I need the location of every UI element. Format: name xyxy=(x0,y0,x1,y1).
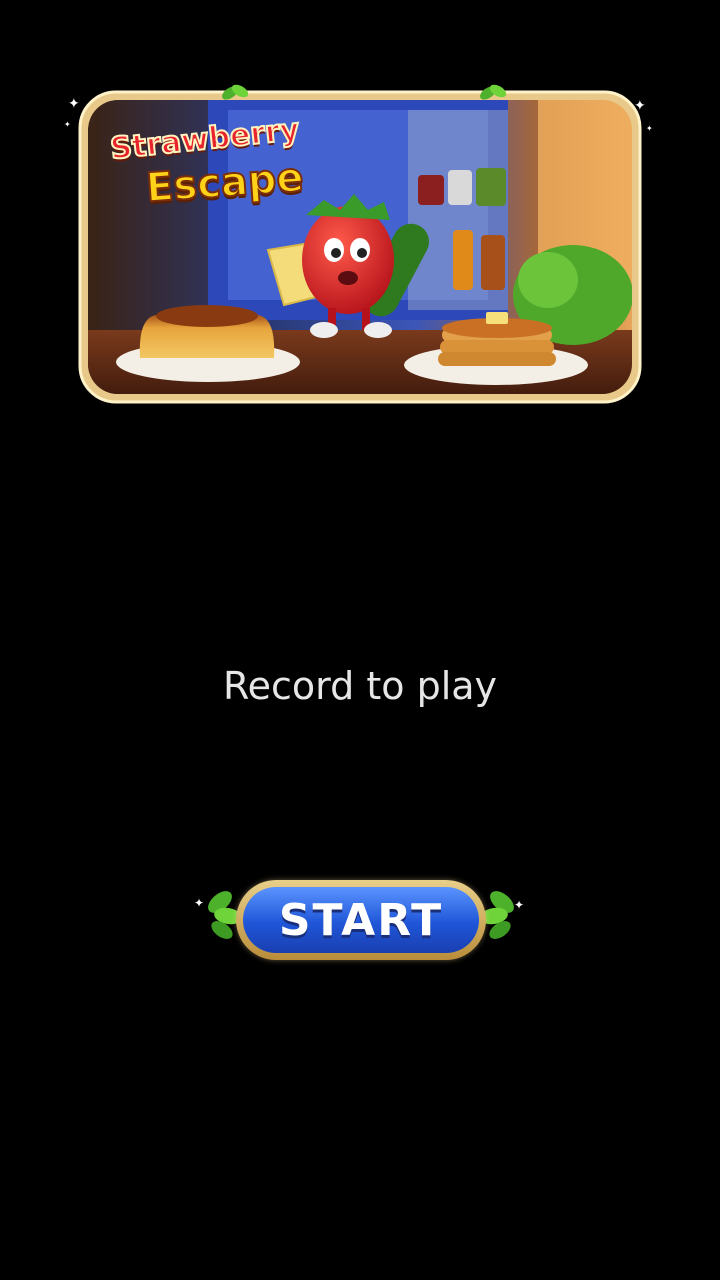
leaf-icon xyxy=(480,84,507,100)
sparkle-icon: ✦ xyxy=(514,898,525,912)
sparkle-icon: ✦ xyxy=(194,896,205,910)
leaf-icon xyxy=(222,84,249,100)
start-button-group: ✦ ✦ START xyxy=(192,872,528,972)
game-logo: Strawberry Escape xyxy=(106,111,326,222)
start-button-face: START xyxy=(243,887,479,953)
sparkle-icon: ✦ xyxy=(646,124,653,133)
start-button-label: START xyxy=(278,894,444,946)
record-prompt: Record to play xyxy=(222,664,498,708)
sparkle-icon: ✦ xyxy=(634,98,646,114)
game-banner: Strawberry Escape ✦ ✦ ✦ ✦ xyxy=(64,84,653,404)
sparkle-icon: ✦ xyxy=(64,120,71,129)
start-button[interactable]: START xyxy=(236,880,486,960)
logo-line-2: Escape xyxy=(144,154,306,213)
sparkle-icon: ✦ xyxy=(68,96,80,112)
